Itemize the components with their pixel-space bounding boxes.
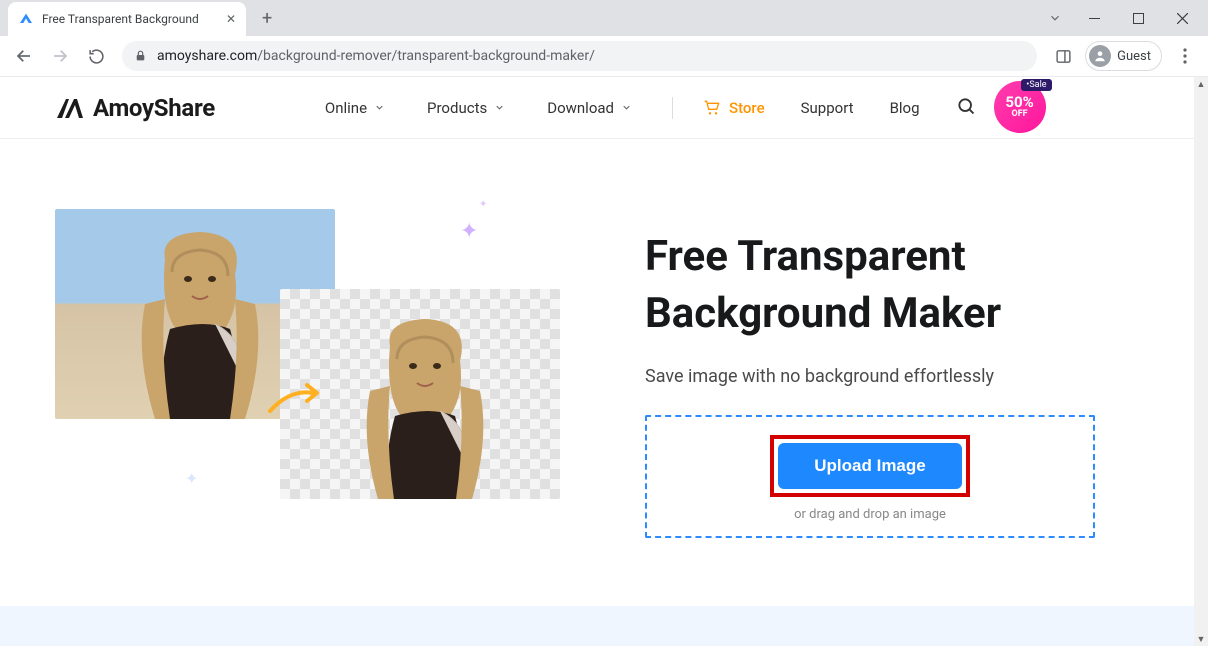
brand-mark-icon <box>55 96 85 120</box>
browser-menu-button[interactable] <box>1170 40 1200 72</box>
reload-button[interactable] <box>80 40 112 72</box>
bottom-band <box>0 606 1194 646</box>
site-favicon-icon <box>18 11 34 27</box>
side-panel-icon[interactable] <box>1047 40 1079 72</box>
nav-download-label: Download <box>547 99 614 117</box>
search-button[interactable] <box>956 96 976 120</box>
sale-badge[interactable]: •Sale 50% OFF <box>994 81 1048 135</box>
drag-hint: or drag and drop an image <box>667 507 1073 522</box>
page-title: Free Transparent Background Maker <box>645 229 1153 342</box>
browser-tab-bar: Free Transparent Background ✕ + <box>0 0 1208 36</box>
nav-store-label: Store <box>729 99 765 117</box>
sale-tag-label: •Sale <box>1021 79 1051 91</box>
upload-button[interactable]: Upload Image <box>778 443 961 489</box>
sparkle-icon: ✦ <box>479 199 487 210</box>
nav-support[interactable]: Support <box>801 99 854 117</box>
sparkle-icon: ✦ <box>460 219 478 244</box>
site-header: AmoyShare Online Products Download Store… <box>0 77 1208 139</box>
brand-name: AmoyShare <box>93 94 215 122</box>
forward-button[interactable] <box>44 40 76 72</box>
new-tab-button[interactable]: + <box>262 8 272 29</box>
upload-dropzone[interactable]: Upload Image or drag and drop an image <box>645 415 1095 538</box>
browser-tab[interactable]: Free Transparent Background ✕ <box>8 2 246 36</box>
arrow-swoosh-icon <box>265 379 325 419</box>
window-minimize-button[interactable] <box>1072 2 1116 34</box>
scroll-up-icon[interactable]: ▲ <box>1194 77 1208 91</box>
avatar-icon <box>1089 45 1111 67</box>
address-bar[interactable]: amoyshare.com/background-remover/transpa… <box>122 41 1037 71</box>
nav-blog[interactable]: Blog <box>890 99 920 117</box>
nav-download[interactable]: Download <box>547 99 632 117</box>
window-maximize-button[interactable] <box>1116 2 1160 34</box>
tab-search-icon[interactable] <box>1038 2 1072 34</box>
nav-products[interactable]: Products <box>427 99 505 117</box>
scroll-down-icon[interactable]: ▼ <box>1194 632 1208 646</box>
nav-store[interactable]: Store <box>703 99 765 117</box>
person-silhouette-icon <box>110 224 290 419</box>
sparkle-icon: ✦ <box>185 469 198 488</box>
title-line1: Free Transparent <box>645 232 966 281</box>
nav-divider <box>672 97 673 119</box>
person-silhouette-icon <box>335 311 515 499</box>
back-button[interactable] <box>8 40 40 72</box>
chevron-down-icon <box>494 99 505 117</box>
sale-off-label: OFF <box>1012 110 1028 119</box>
page-subtitle: Save image with no background effortless… <box>645 366 1153 387</box>
cart-icon <box>703 100 721 116</box>
tab-title: Free Transparent Background <box>42 12 220 26</box>
tab-close-icon[interactable]: ✕ <box>226 12 236 26</box>
profile-button[interactable]: Guest <box>1085 41 1162 71</box>
nav-products-label: Products <box>427 99 487 117</box>
hero-image-compare: ✦ ✦ ✦ <box>55 199 565 539</box>
upload-highlight-box: Upload Image <box>770 435 969 497</box>
nav-online[interactable]: Online <box>325 99 385 117</box>
chevron-down-icon <box>621 99 632 117</box>
title-line2: Background Maker <box>645 289 1001 338</box>
brand-logo[interactable]: AmoyShare <box>55 94 215 122</box>
url-path: /background-remover/transparent-backgrou… <box>257 48 595 64</box>
window-close-button[interactable] <box>1160 2 1204 34</box>
profile-label: Guest <box>1117 49 1151 64</box>
sale-percent: 50% <box>1005 95 1033 110</box>
lock-icon <box>134 47 147 66</box>
nav-online-label: Online <box>325 99 367 117</box>
vertical-scrollbar[interactable]: ▲ ▼ <box>1194 77 1208 646</box>
chevron-down-icon <box>374 99 385 117</box>
url-host: amoyshare.com <box>157 48 257 64</box>
browser-toolbar: amoyshare.com/background-remover/transpa… <box>0 36 1208 76</box>
